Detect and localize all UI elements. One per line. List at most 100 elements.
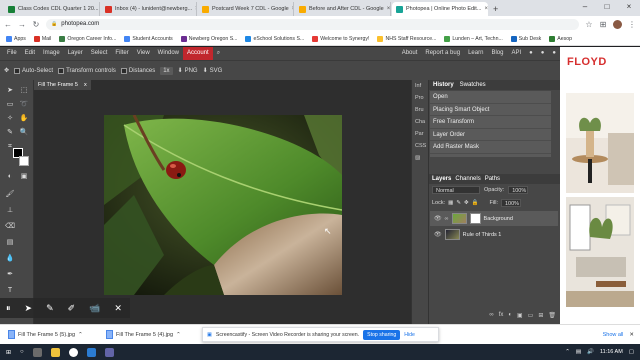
move-tool-icon[interactable]: ➤ [5,86,15,96]
zoom-select[interactable]: 1x [160,66,173,75]
twitter-icon[interactable]: ● [537,47,549,60]
chevron-up-icon[interactable]: ⌃ [78,332,83,338]
clone-stamp-icon[interactable]: ⊥ [5,206,15,216]
menu-api[interactable]: API [507,47,525,60]
bookmark-apps[interactable]: Apps [3,35,29,42]
cursor-icon[interactable]: ➤ [25,303,33,314]
history-item[interactable]: Placing Smart Object [430,104,551,116]
forward-icon[interactable]: → [18,20,26,29]
close-icon[interactable]: × [387,6,390,12]
history-item[interactable]: Free Transform [430,116,551,129]
notification-icon[interactable]: ▢ [629,349,634,355]
close-icon[interactable]: × [292,6,293,12]
pen-tool-icon[interactable]: ✒ [5,270,15,280]
menu-view[interactable]: View [133,47,154,60]
distances-checkbox[interactable] [120,67,127,74]
tab-channels[interactable]: Channels [455,174,480,184]
bookmark-career[interactable]: Oregon Career Info... [56,35,119,42]
history-item[interactable]: Open [430,91,551,104]
clock[interactable]: 11:16 AM [600,349,623,355]
brush-tool-icon[interactable]: 🖌 [5,190,15,200]
layer-row[interactable]: 👁 Rule of Thirds 1 [430,227,558,242]
menu-filter[interactable]: Filter [111,47,132,60]
menu-window[interactable]: Window [154,47,183,60]
browser-tab-1[interactable]: Class Codes CDL Quarter 1 20...× [4,2,100,16]
history-item[interactable]: Add Raster Mask [430,141,551,154]
show-all-link[interactable]: Show all [603,332,630,338]
gradient-tool-icon[interactable]: ▤ [5,238,15,248]
menu-edit[interactable]: Edit [21,47,39,60]
menu-icon[interactable]: ⋮ [628,20,636,29]
url-field[interactable]: 🔒 photopea.com [46,18,579,30]
marquee-tool-icon[interactable]: ▭ [5,100,15,110]
blur-tool-icon[interactable]: 💧 [5,254,15,264]
chrome-icon[interactable] [68,347,78,357]
browser-tab-2[interactable]: Inbox (4) - lunident@newberg...× [101,2,197,16]
zoom-tool-icon[interactable]: 🔍 [19,128,29,138]
opacity-input[interactable]: 100% [508,186,529,194]
document-tab[interactable]: Fill The Frame 5 x [34,80,91,90]
close-icon[interactable]: × [484,6,488,12]
hand-tool-icon[interactable]: ✋ [19,114,29,124]
menu-select[interactable]: Select [87,47,112,60]
pen-icon[interactable]: ✎ [46,303,54,314]
eraser-tool-icon[interactable]: ⌫ [5,222,15,232]
delete-layer-icon[interactable]: 🗑 [548,312,556,322]
tab-paths[interactable]: Paths [485,174,500,184]
auto-select-checkbox[interactable] [14,67,21,74]
file-explorer-icon[interactable] [50,347,60,357]
panel-properties[interactable]: Pro [412,92,428,104]
screen-mode-icon[interactable]: ▣ [19,172,29,182]
panel-character[interactable]: Cha [412,116,428,128]
panel-paragraph[interactable]: Par [412,128,428,140]
lock-pixels-icon[interactable]: ✎ [456,200,461,206]
folder-icon[interactable]: ▭ [528,312,534,322]
close-downloads-icon[interactable]: ✕ [629,332,640,338]
image-icon[interactable]: ▨ [412,152,428,164]
menu-account[interactable]: Account [183,47,213,60]
eyedropper-icon[interactable]: ✎ [5,128,15,138]
facebook-icon[interactable]: ● [548,47,560,60]
menu-image[interactable]: Image [39,47,64,60]
bookmark-subdesk[interactable]: Sub Desk [508,35,545,42]
tab-history[interactable]: History [432,80,455,90]
menu-blog[interactable]: Blog [487,47,507,60]
bookmark-aesop[interactable]: Aesop [546,35,575,42]
menu-report-bug[interactable]: Report a bug [421,47,464,60]
menu-file[interactable]: File [3,47,21,60]
star-icon[interactable]: ☆ [585,20,593,29]
close-toolbar-icon[interactable]: ✕ [114,303,122,314]
back-icon[interactable]: ← [4,20,12,29]
bookmark-nhs[interactable]: NHS Staff Resource... [374,35,439,42]
adjustment-icon[interactable]: ◐ [508,312,512,322]
fill-input[interactable]: 100% [501,199,521,207]
chevron-up-icon[interactable]: ⌃ [176,332,181,338]
highlighter-icon[interactable]: ✐ [68,303,76,314]
word-icon[interactable] [86,347,96,357]
bookmark-lunden[interactable]: Lunden – Art, Techn... [441,35,505,42]
lasso-tool-icon[interactable]: ➰ [19,100,29,110]
blend-mode-select[interactable]: Normal [432,186,480,194]
artboard-tool-icon[interactable]: ⬚ [19,86,29,96]
new-layer-icon[interactable]: ⊞ [538,312,543,322]
history-scrollbar[interactable] [551,91,559,157]
new-tab-button[interactable]: + [489,2,502,16]
layer-row[interactable]: 👁 ∞ Background [430,211,558,226]
close-window-icon[interactable]: × [618,0,640,14]
bookmark-eschool[interactable]: eSchool Solutions S... [242,35,307,42]
panel-css[interactable]: CSS [412,140,428,152]
bookmark-student[interactable]: Student Accounts [121,35,175,42]
mask-icon[interactable]: ▣ [517,312,523,322]
menu-layer[interactable]: Layer [64,47,87,60]
reload-icon[interactable]: ↻ [32,20,40,29]
panel-info[interactable]: Inf [412,80,428,92]
search-icon[interactable]: ○ [20,349,24,355]
extensions-icon[interactable]: ⊞ [599,20,607,29]
transform-controls-checkbox[interactable] [58,67,65,74]
menu-learn[interactable]: Learn [464,47,487,60]
canvas-area[interactable]: Fill The Frame 5 x ↖ [34,80,411,324]
stop-sharing-button[interactable]: Stop sharing [363,329,401,340]
windows-start-icon[interactable]: ⊞ [6,349,11,356]
bookmark-synergy[interactable]: Welcome to Synergy! [309,35,372,42]
distances-option[interactable]: Distances [120,67,155,74]
